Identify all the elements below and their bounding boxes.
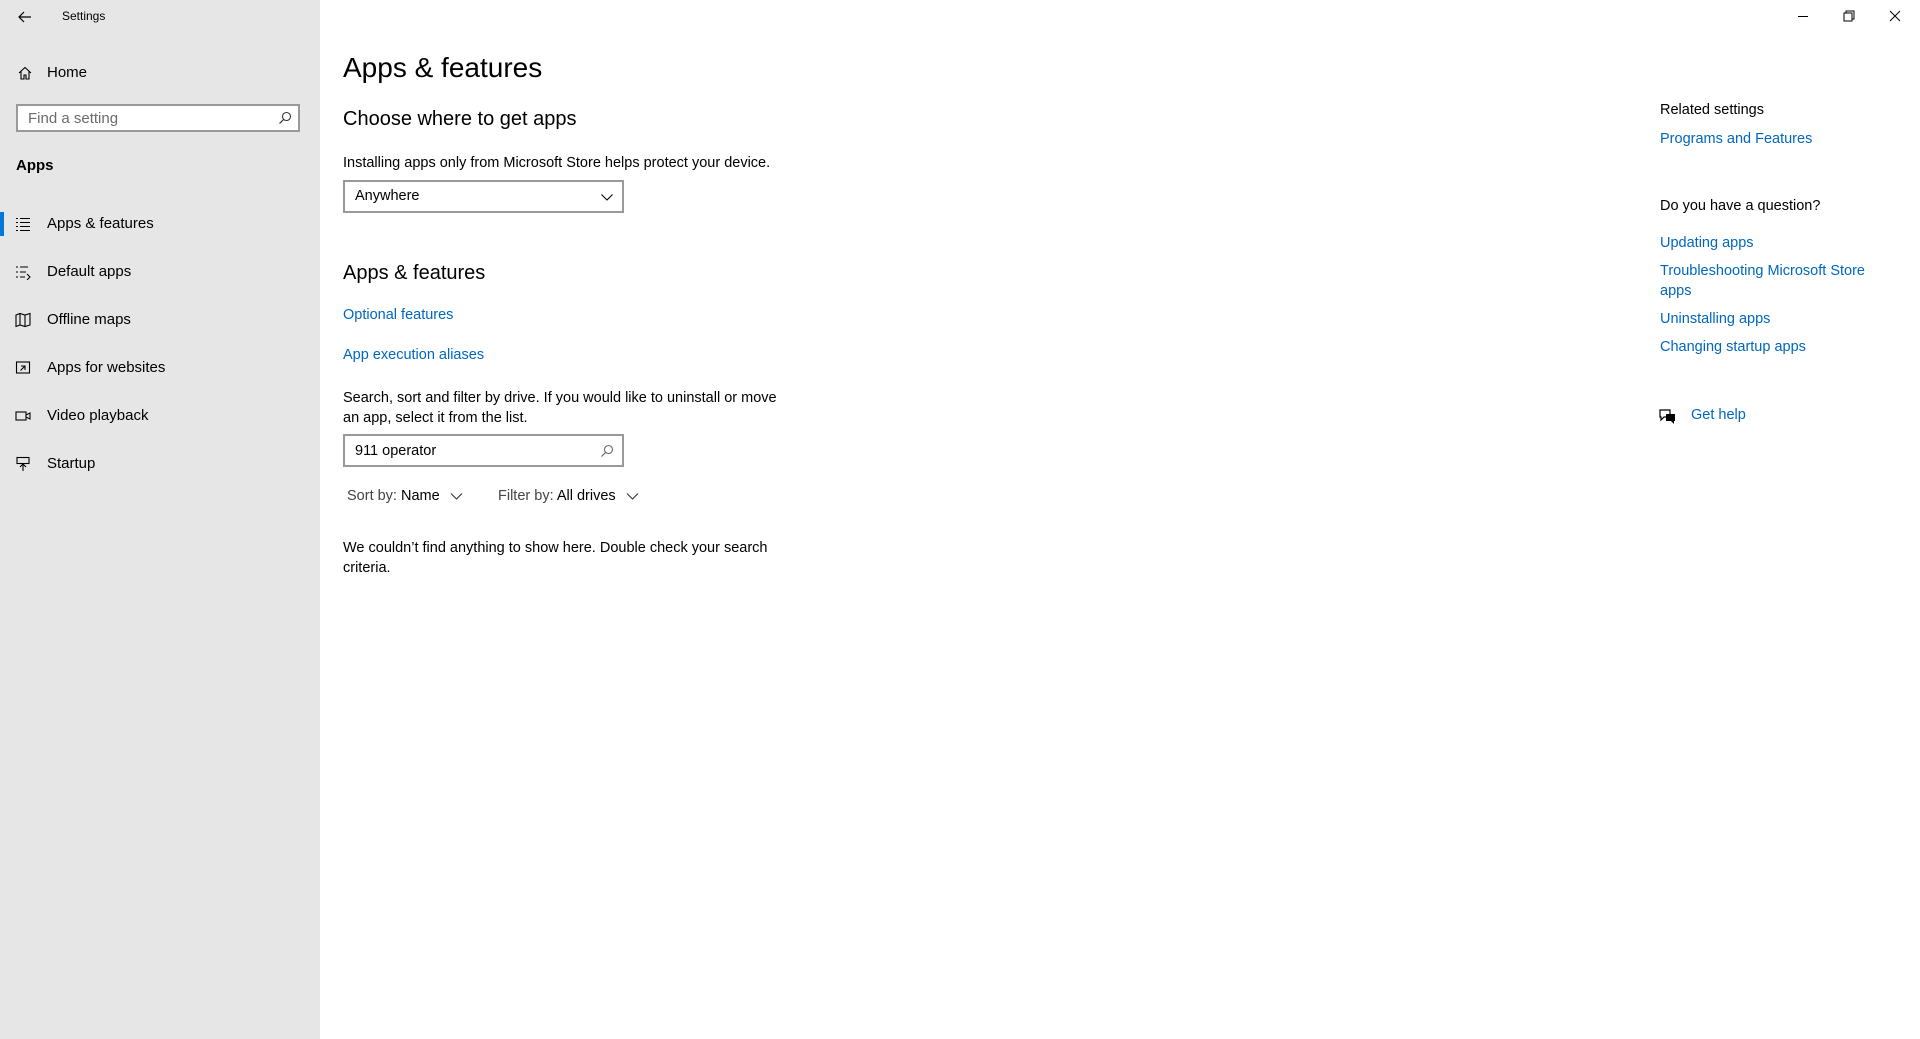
sidebar-item-video-playback[interactable]: Video playback <box>0 399 320 433</box>
question-heading: Do you have a question? <box>1660 198 1821 214</box>
choose-apps-description: Installing apps only from Microsoft Stor… <box>343 155 771 171</box>
default-apps-icon <box>16 266 31 280</box>
troubleshooting-store-apps-link[interactable]: Troubleshooting Microsoft Store apps <box>1660 261 1888 301</box>
startup-icon <box>16 456 30 471</box>
sort-by-value: Name <box>401 488 440 504</box>
chevron-down-icon <box>450 493 463 500</box>
updating-apps-link[interactable]: Updating apps <box>1660 233 1890 253</box>
sidebar-item-label: Apps & features <box>47 215 154 232</box>
sidebar-item-label: Apps for websites <box>47 359 166 376</box>
app-source-dropdown[interactable]: Anywhere <box>343 180 624 213</box>
find-setting-search <box>16 104 300 132</box>
app-source-value: Anywhere <box>355 188 420 204</box>
offline-maps-icon <box>15 312 31 328</box>
window-title: Settings <box>62 9 106 23</box>
app-search-box <box>343 434 624 467</box>
changing-startup-apps-link[interactable]: Changing startup apps <box>1660 337 1890 357</box>
sidebar-item-offline-maps[interactable]: Offline maps <box>0 303 320 337</box>
restore-button[interactable] <box>1829 4 1869 28</box>
page-title: Apps & features <box>343 52 543 83</box>
back-arrow-icon <box>18 11 31 23</box>
back-button[interactable] <box>14 6 36 28</box>
sidebar-item-label: Video playback <box>47 407 149 424</box>
minimize-button[interactable] <box>1783 4 1823 28</box>
apps-features-heading: Apps & features <box>343 262 486 284</box>
sidebar-item-label: Default apps <box>47 263 132 280</box>
chevron-down-icon <box>626 493 639 500</box>
empty-results-message: We couldn’t find anything to show here. … <box>343 540 768 576</box>
filter-by-label: Filter by: <box>498 488 554 504</box>
home-icon <box>18 66 32 80</box>
chevron-down-icon <box>601 194 613 201</box>
minimize-icon <box>1798 16 1808 17</box>
nav-home[interactable]: Home <box>0 58 320 88</box>
sidebar-item-apps-for-websites[interactable]: Apps for websites <box>0 351 320 385</box>
close-button[interactable] <box>1875 4 1915 28</box>
search-icon[interactable] <box>278 111 292 125</box>
sidebar: Settings Home Apps Apps & features Defau… <box>0 0 320 1039</box>
close-icon <box>1889 10 1901 22</box>
sidebar-section-label: Apps <box>16 157 54 174</box>
apps-for-websites-icon <box>15 361 31 374</box>
get-help-label: Get help <box>1691 407 1746 423</box>
chat-help-icon <box>1659 409 1675 424</box>
video-playback-icon <box>15 411 31 421</box>
filter-by-dropdown[interactable]: Filter by: All drives <box>498 488 639 504</box>
optional-features-link[interactable]: Optional features <box>343 307 453 323</box>
search-description: Search, sort and filter by drive. If you… <box>343 390 777 426</box>
sidebar-item-label: Startup <box>47 455 96 472</box>
sort-by-dropdown[interactable]: Sort by: Name <box>347 488 463 504</box>
search-icon[interactable] <box>600 444 614 458</box>
sidebar-item-startup[interactable]: Startup <box>0 447 320 481</box>
related-settings-heading: Related settings <box>1660 102 1764 118</box>
uninstalling-apps-link[interactable]: Uninstalling apps <box>1660 309 1890 329</box>
find-setting-input[interactable] <box>18 106 268 130</box>
programs-and-features-link[interactable]: Programs and Features <box>1660 129 1890 149</box>
app-execution-aliases-link[interactable]: App execution aliases <box>343 347 484 363</box>
choose-apps-heading: Choose where to get apps <box>343 108 577 130</box>
sort-by-label: Sort by: <box>347 488 397 504</box>
app-search-input[interactable] <box>345 436 595 465</box>
sidebar-item-label: Offline maps <box>47 311 131 328</box>
restore-icon <box>1843 10 1855 22</box>
sidebar-item-default-apps[interactable]: Default apps <box>0 255 320 289</box>
filter-by-value: All drives <box>556 488 616 504</box>
nav-home-label: Home <box>47 64 88 81</box>
sidebar-item-apps-features[interactable]: Apps & features <box>0 207 320 241</box>
apps-features-icon <box>16 217 30 232</box>
